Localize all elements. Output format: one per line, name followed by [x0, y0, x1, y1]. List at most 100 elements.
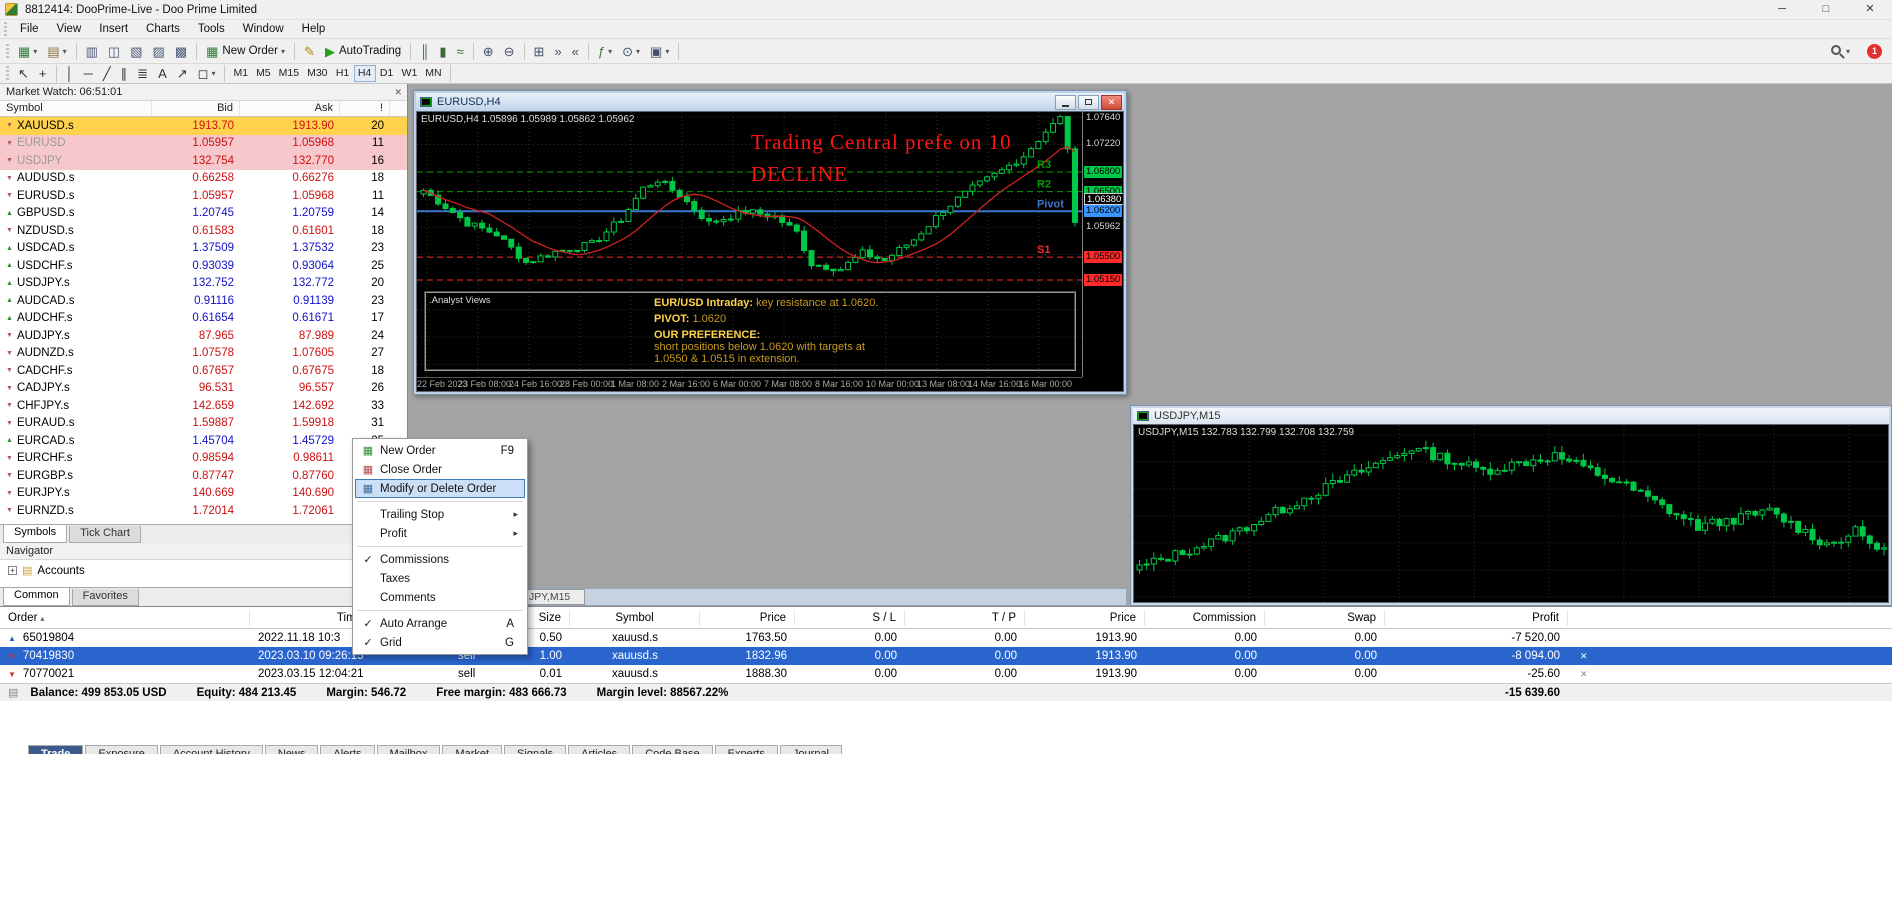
chart-candles-button[interactable]: ▮	[435, 41, 450, 62]
market-watch-row-usdchf-s[interactable]: ▲USDCHF.s0.930390.9306425	[0, 257, 407, 275]
cursor-button[interactable]: ↖	[14, 63, 33, 84]
market-watch-row-nzdusd-s[interactable]: ▼NZDUSD.s0.615830.6160118	[0, 222, 407, 240]
context-menu-item-new-order[interactable]: ▦New OrderF9	[355, 441, 525, 460]
terminal-tab-account-history[interactable]: Account History	[160, 745, 263, 754]
timeframe-w1[interactable]: W1	[398, 65, 422, 82]
timeframe-mn[interactable]: MN	[421, 65, 445, 82]
navigator-tab-favorites[interactable]: Favorites	[72, 589, 139, 606]
market-watch-close-icon[interactable]: ✕	[394, 87, 402, 98]
menu-help[interactable]: Help	[293, 20, 335, 38]
market-watch-row-xauusd-s[interactable]: ▼XAUUSD.s1913.701913.9020	[0, 117, 407, 135]
periods-button[interactable]: ⊙▾	[618, 41, 644, 62]
terminal-tab-exposure[interactable]: Exposure	[85, 745, 157, 754]
context-menu-item-grid[interactable]: ✓GridG	[355, 633, 525, 652]
timeframe-d1[interactable]: D1	[376, 65, 398, 82]
timeframe-m30[interactable]: M30	[303, 65, 331, 82]
chart-minimize-button[interactable]	[1055, 95, 1076, 110]
tree-item-accounts[interactable]: +▤Accounts	[8, 564, 407, 577]
market-watch-tab-tick-chart[interactable]: Tick Chart	[69, 526, 141, 543]
tile-windows-button[interactable]: ⊞	[530, 41, 549, 62]
terminal-tab-signals[interactable]: Signals	[504, 745, 566, 754]
timeframe-h1[interactable]: H1	[332, 65, 354, 82]
notification-badge[interactable]: 1	[1867, 44, 1882, 59]
market-watch-row-cadjpy-s[interactable]: ▼CADJPY.s96.53196.55726	[0, 380, 407, 398]
trendline-button[interactable]: ╱	[99, 63, 115, 84]
new-chart-button[interactable]: ▦▾	[14, 41, 41, 62]
market-watch-row-euraud-s[interactable]: ▼EURAUD.s1.598871.5991831	[0, 415, 407, 433]
maximize-button[interactable]: □	[1804, 0, 1848, 20]
menu-view[interactable]: View	[48, 20, 91, 38]
menu-tools[interactable]: Tools	[189, 20, 234, 38]
text-label-button[interactable]: A	[154, 63, 171, 84]
fibonacci-button[interactable]: ≣	[133, 63, 152, 84]
navigator-toggle-button[interactable]: ▧	[126, 41, 146, 62]
zoom-out-button[interactable]: ⊖	[500, 41, 519, 62]
market-watch-row-eurcad-s[interactable]: ▲EURCAD.s1.457041.4572925	[0, 432, 407, 450]
menu-window[interactable]: Window	[234, 20, 293, 38]
terminal-tab-code-base[interactable]: Code Base	[632, 745, 712, 754]
profiles-button[interactable]: ▤▾	[43, 41, 70, 62]
terminal-tab-journal[interactable]: Journal	[780, 745, 842, 754]
strategy-tester-button[interactable]: ▩	[171, 41, 191, 62]
terminal-tab-market[interactable]: Market	[442, 745, 502, 754]
terminal-tab-experts[interactable]: Experts	[715, 745, 778, 754]
timeframe-m15[interactable]: M15	[275, 65, 303, 82]
trade-row-65019804[interactable]: ▲650198042022.11.18 10:30.50xauusd.s1763…	[0, 629, 1892, 647]
context-menu-item-profit[interactable]: Profit▸	[355, 524, 525, 543]
market-watch-row-audcad-s[interactable]: ▲AUDCAD.s0.911160.9113923	[0, 292, 407, 310]
market-watch-row-audjpy-s[interactable]: ▼AUDJPY.s87.96587.98924	[0, 327, 407, 345]
menu-insert[interactable]: Insert	[90, 20, 137, 38]
terminal-tab-alerts[interactable]: Alerts	[320, 745, 374, 754]
market-watch-row-usdcad-s[interactable]: ▲USDCAD.s1.375091.3753223	[0, 240, 407, 258]
horizontal-line-button[interactable]: ─	[80, 63, 97, 84]
menu-charts[interactable]: Charts	[137, 20, 189, 38]
market-watch-row-eurchf-s[interactable]: ▼EURCHF.s0.985940.9861117	[0, 450, 407, 468]
market-watch-row-cadchf-s[interactable]: ▼CADCHF.s0.676570.6767518	[0, 362, 407, 380]
chart-shift-button[interactable]: «	[568, 41, 583, 62]
context-menu-item-comments[interactable]: Comments	[355, 588, 525, 607]
market-watch-tab-symbols[interactable]: Symbols	[3, 525, 67, 543]
timeframe-h4[interactable]: H4	[354, 65, 376, 82]
timeframe-m1[interactable]: M1	[229, 65, 252, 82]
market-watch-row-eurgbp-s[interactable]: ▼EURGBP.s0.877470.8776013	[0, 467, 407, 485]
market-watch-row-audnzd-s[interactable]: ▼AUDNZD.s1.075781.0760527	[0, 345, 407, 363]
context-menu-item-auto-arrange[interactable]: ✓Auto ArrangeA	[355, 614, 525, 633]
crosshair-button[interactable]: +	[35, 63, 51, 84]
market-watch-row-audchf-s[interactable]: ▲AUDCHF.s0.616540.6167117	[0, 310, 407, 328]
chart-window-eurusd[interactable]: EURUSD,H4 ✕ R3R2PivotS1 1.076401.072201.…	[413, 90, 1127, 395]
data-window-button[interactable]: ◫	[104, 41, 124, 62]
trade-row-70770021[interactable]: ▼707700212023.03.15 12:04:21sell0.01xauu…	[0, 665, 1892, 683]
chart-restore-button[interactable]	[1078, 95, 1099, 110]
market-watch-row-eurusd-s[interactable]: ▼EURUSD.s1.059571.0596811	[0, 187, 407, 205]
market-watch-row-usdjpy[interactable]: ▼USDJPY132.754132.77016	[0, 152, 407, 170]
auto-scroll-button[interactable]: »	[550, 41, 565, 62]
chart-window-usdjpy[interactable]: USDJPY,M15 USDJPY,M15 132.783 132.799 13…	[1130, 405, 1892, 606]
market-watch-row-usdjpy-s[interactable]: ▲USDJPY.s132.752132.77220	[0, 275, 407, 293]
market-watch-row-gbpusd-s[interactable]: ▲GBPUSD.s1.207451.2075914	[0, 205, 407, 223]
zoom-in-button[interactable]: ⊕	[479, 41, 498, 62]
market-watch-row-audusd-s[interactable]: ▼AUDUSD.s0.662580.6627618	[0, 170, 407, 188]
terminal-toggle-button[interactable]: ▨	[149, 41, 169, 62]
terminal-tab-mailbox[interactable]: Mailbox	[377, 745, 441, 754]
search-button[interactable]: ▾	[1825, 41, 1854, 62]
terminal-tab-trade[interactable]: Trade	[28, 745, 83, 754]
close-trade-icon[interactable]: ✕	[1580, 669, 1588, 679]
close-trade-icon[interactable]: ✕	[1580, 651, 1588, 661]
market-watch-row-chfjpy-s[interactable]: ▼CHFJPY.s142.659142.69233	[0, 397, 407, 415]
trade-row-70419830[interactable]: ▼704198302023.03.10 09:26:15sell1.00xauu…	[0, 647, 1892, 665]
equidistant-channel-button[interactable]: ∥	[117, 63, 132, 84]
chart-area-usdjpy[interactable]: USDJPY,M15 132.783 132.799 132.708 132.7…	[1133, 424, 1889, 603]
close-button[interactable]: ✕	[1848, 0, 1892, 20]
vertical-line-button[interactable]: │	[62, 63, 78, 84]
shapes-button[interactable]: ◻▾	[194, 63, 220, 84]
terminal-tab-articles[interactable]: Articles	[568, 745, 630, 754]
templates-button[interactable]: ▣▾	[646, 41, 673, 62]
chart-line-button[interactable]: ≈	[453, 41, 468, 62]
context-menu-item-commissions[interactable]: ✓Commissions	[355, 550, 525, 569]
menu-file[interactable]: File	[11, 20, 48, 38]
chart-titlebar-usdjpy[interactable]: USDJPY,M15	[1133, 408, 1889, 424]
terminal-tab-news[interactable]: News	[265, 745, 319, 754]
market-watch-row-eurnzd-s[interactable]: ▼EURNZD.s1.720141.7206147	[0, 502, 407, 520]
indicators-button[interactable]: ƒ▾	[594, 41, 616, 62]
context-menu-item-close-order[interactable]: ▦Close Order	[355, 460, 525, 479]
